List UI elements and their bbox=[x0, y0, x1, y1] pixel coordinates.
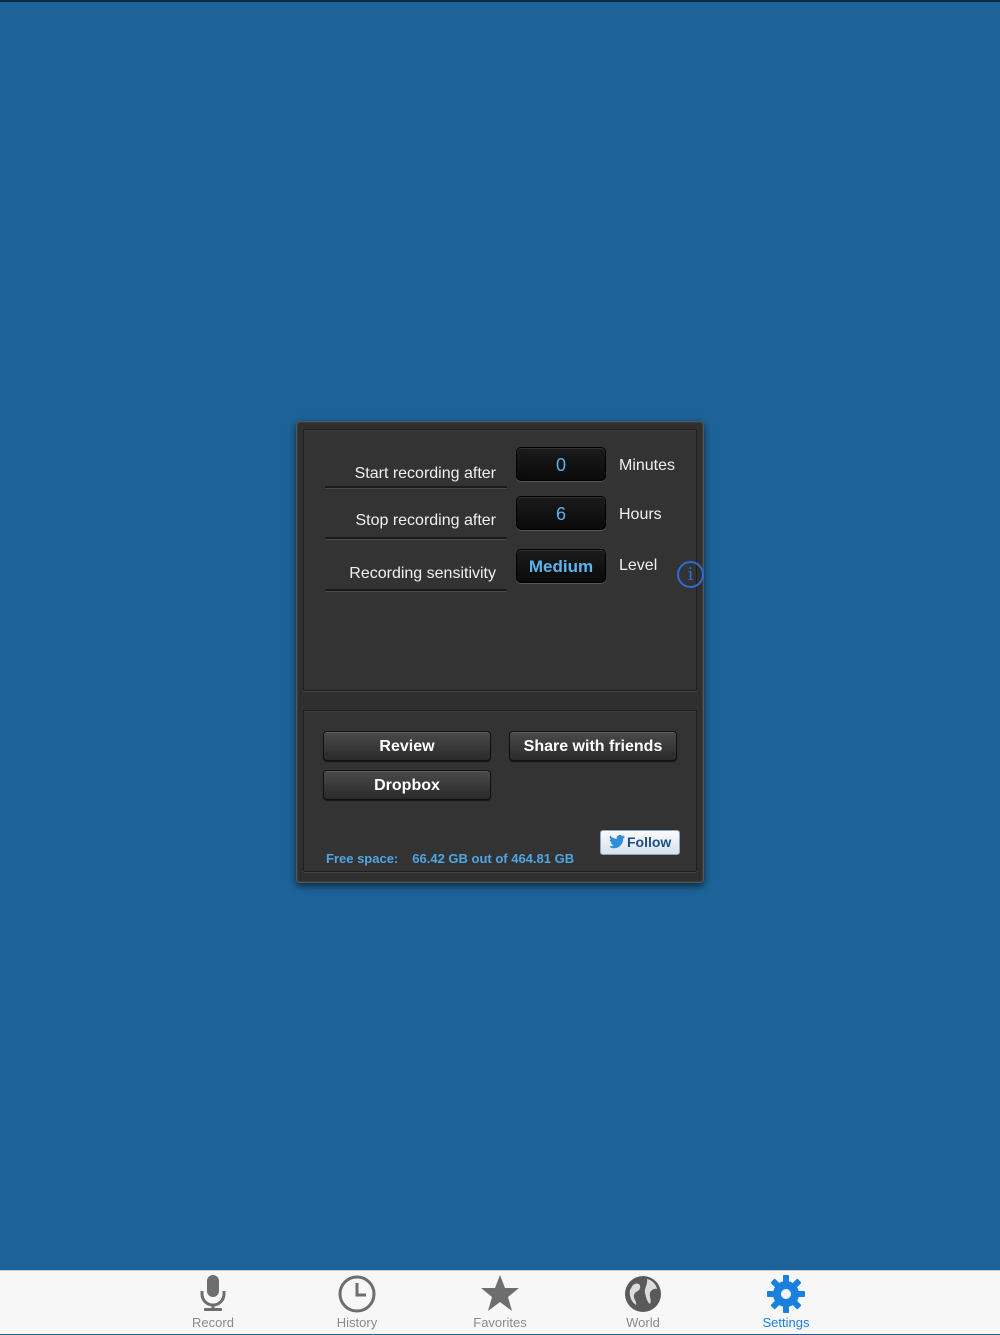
globe-icon bbox=[625, 1276, 661, 1312]
tab-favorites-label: Favorites bbox=[473, 1315, 527, 1330]
stop-recording-unit: Hours bbox=[619, 506, 662, 523]
follow-button[interactable]: Follow bbox=[600, 830, 680, 855]
tab-history[interactable]: History bbox=[307, 1271, 407, 1335]
free-space-value: 66.42 GB out of 464.81 GB bbox=[412, 851, 575, 866]
settings-panel: Start recording after 0 Minutes Stop rec… bbox=[296, 421, 704, 883]
sensitivity-label: Recording sensitivity bbox=[349, 565, 496, 582]
microphone-icon bbox=[200, 1275, 226, 1311]
review-button[interactable]: Review bbox=[323, 731, 491, 761]
dropbox-button[interactable]: Dropbox bbox=[323, 770, 491, 800]
free-space: Free space: 66.42 GB out of 464.81 GB bbox=[326, 851, 574, 866]
star-icon bbox=[481, 1275, 519, 1311]
tab-history-label: History bbox=[336, 1315, 378, 1330]
sensitivity-unit: Level bbox=[619, 557, 658, 574]
divider bbox=[325, 537, 507, 540]
tab-settings[interactable]: Settings bbox=[736, 1271, 836, 1335]
gear-icon bbox=[767, 1275, 805, 1313]
tab-world-label: World bbox=[626, 1315, 660, 1330]
tab-bar: Record History Favorites World Settings bbox=[0, 1270, 1000, 1334]
tab-world[interactable]: World bbox=[593, 1271, 693, 1335]
sensitivity-value[interactable]: Medium bbox=[516, 549, 606, 583]
start-recording-value[interactable]: 0 bbox=[516, 447, 606, 481]
stop-recording-label: Stop recording after bbox=[355, 512, 496, 529]
start-recording-label: Start recording after bbox=[354, 465, 496, 482]
clock-icon bbox=[338, 1275, 376, 1313]
start-recording-unit: Minutes bbox=[619, 457, 676, 474]
tab-settings-label: Settings bbox=[762, 1315, 810, 1330]
info-icon[interactable]: i bbox=[677, 561, 704, 588]
share-button[interactable]: Share with friends bbox=[509, 731, 677, 761]
tab-record[interactable]: Record bbox=[163, 1271, 263, 1335]
divider bbox=[325, 589, 507, 592]
free-space-label: Free space: bbox=[326, 851, 399, 866]
stop-recording-value[interactable]: 6 bbox=[516, 496, 606, 530]
twitter-bird-icon bbox=[609, 835, 625, 849]
top-edge bbox=[0, 0, 1000, 2]
recording-settings-group: Start recording after 0 Minutes Stop rec… bbox=[303, 429, 704, 691]
follow-label: Follow bbox=[627, 834, 672, 850]
divider bbox=[325, 486, 507, 489]
tab-favorites[interactable]: Favorites bbox=[450, 1271, 550, 1335]
tab-record-label: Record bbox=[192, 1315, 234, 1330]
